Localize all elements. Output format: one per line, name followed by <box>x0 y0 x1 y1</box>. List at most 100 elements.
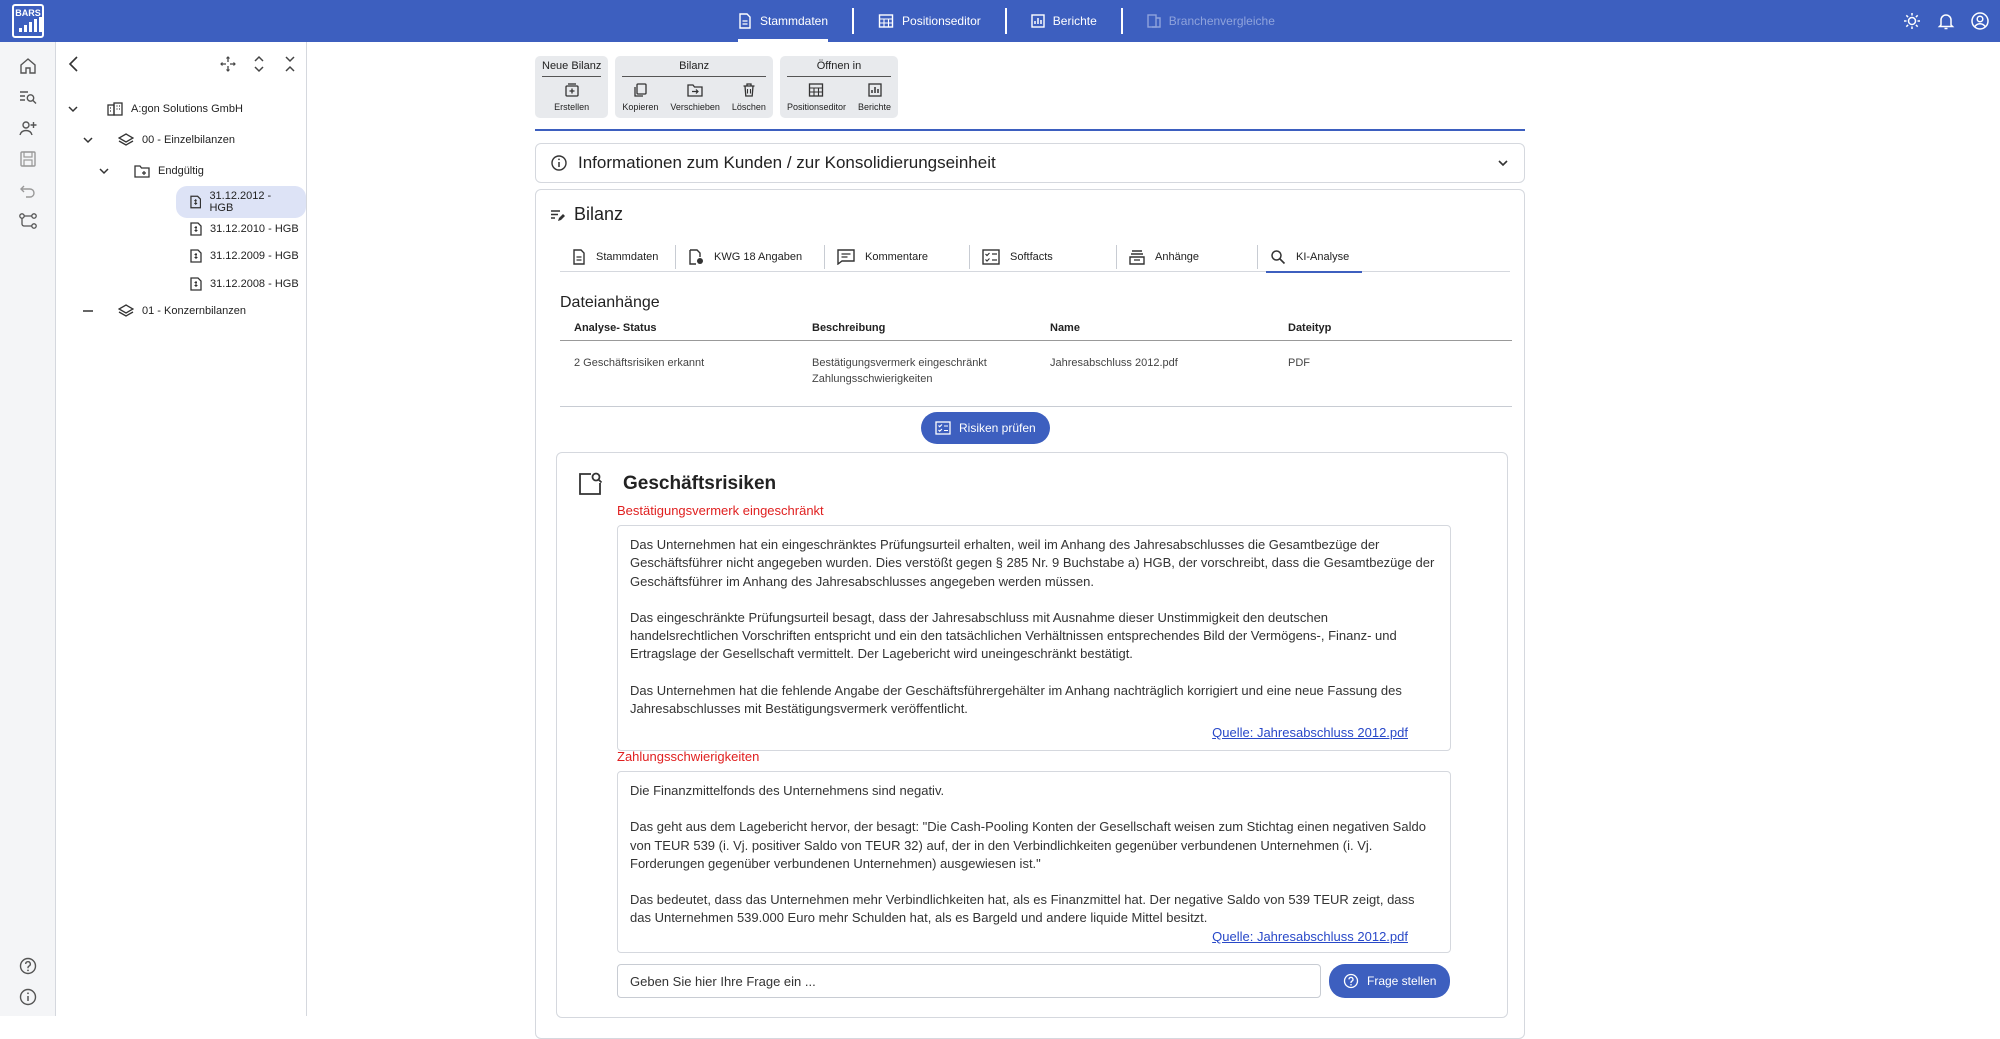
move-button[interactable]: Verschieben <box>670 82 720 112</box>
tab-anhaenge[interactable]: Anhänge <box>1117 242 1257 272</box>
check-risks-label: Risiken prüfen <box>959 421 1036 435</box>
collapse-panel-chevron-left-icon[interactable] <box>65 54 83 74</box>
main-content: Neue Bilanz Erstellen Bilanz Kopieren Ve… <box>308 42 2000 1039</box>
search-list-icon[interactable] <box>18 87 38 107</box>
comment-icon <box>837 248 855 265</box>
check-risks-button[interactable]: Risiken prüfen <box>921 412 1050 444</box>
description-line: Zahlungsschwierigkeiten <box>812 373 933 385</box>
theme-sun-icon[interactable] <box>1902 11 1922 31</box>
tab-stammdaten[interactable]: Stammdaten <box>560 242 675 272</box>
nav-divider <box>1120 8 1123 34</box>
tab-ki-analyse[interactable]: KI-Analyse <box>1258 242 1370 273</box>
table-row[interactable]: 2 Geschäftsrisiken erkannt Bestätigungsv… <box>560 341 1512 407</box>
tab-kwg18[interactable]: KWG 18 Angaben <box>676 242 824 272</box>
tree-node-2012-selected[interactable]: 31.12.2012 - HGB <box>176 186 306 218</box>
move-folder-icon <box>687 84 703 97</box>
description-line: Bestätigungsvermerk eingeschränkt <box>812 357 987 369</box>
table-header: Analyse- Status Beschreibung Name Dateit… <box>560 315 1512 341</box>
chevron-down-icon[interactable] <box>67 103 79 115</box>
undo-icon <box>18 180 38 200</box>
tab-label: Kommentare <box>865 250 928 263</box>
tree-node-label: 31.12.2008 - HGB <box>210 278 299 290</box>
ask-question-button[interactable]: Frage stellen <box>1329 964 1451 998</box>
tree-node-einzelbilanzen[interactable]: 00 - Einzelbilanzen <box>82 129 235 151</box>
tab-label: Anhänge <box>1155 250 1200 263</box>
document-settings-icon <box>689 248 703 265</box>
user-account-icon[interactable] <box>1970 11 1990 31</box>
risk-label-audit-opinion: Bestätigungsvermerk eingeschränkt <box>617 503 824 518</box>
risk-text-audit-opinion[interactable]: Das Unternehmen hat ein eingeschränktes … <box>617 525 1451 751</box>
nav-tab-berichte[interactable]: Berichte <box>1019 0 1109 42</box>
collapsed-dash-icon[interactable] <box>82 305 94 317</box>
folder-icon <box>134 165 150 178</box>
risk-text-payment-difficulties[interactable]: Die Finanzmittelfonds des Unternehmens s… <box>617 771 1451 953</box>
hierarchy-icon[interactable] <box>18 211 38 231</box>
source-link[interactable]: Quelle: Jahresabschluss 2012.pdf <box>1212 928 1408 946</box>
risk-paragraph: Das Unternehmen hat die fehlende Angabe … <box>630 682 1402 717</box>
cell-status: 2 Geschäftsrisiken erkannt <box>574 357 705 369</box>
nav-tab-positionseditor[interactable]: Positionseditor <box>866 0 993 42</box>
create-button[interactable]: Erstellen <box>554 82 589 112</box>
help-icon[interactable] <box>18 956 38 976</box>
chevron-down-icon[interactable] <box>82 134 94 146</box>
tree-node-endgueltig[interactable]: Endgültig <box>98 160 204 182</box>
open-positionseditor-label: Positionseditor <box>786 102 846 112</box>
collapse-all-icon[interactable] <box>281 54 299 74</box>
info-icon[interactable] <box>18 987 38 1007</box>
chevron-down-icon[interactable] <box>1496 156 1510 170</box>
home-icon[interactable] <box>18 56 38 76</box>
tab-label: Stammdaten <box>596 250 659 263</box>
nav-divider <box>1004 8 1007 34</box>
copy-button[interactable]: Kopieren <box>622 82 658 112</box>
table-icon <box>878 14 894 28</box>
bilanz-card-header: Bilanz <box>550 204 623 225</box>
trash-icon <box>743 83 755 97</box>
attachments-section-title: Dateianhänge <box>560 294 660 311</box>
app-logo[interactable]: BARS <box>12 4 44 38</box>
source-link[interactable]: Quelle: Jahresabschluss 2012.pdf <box>1212 724 1408 742</box>
delete-button[interactable]: Löschen <box>732 82 766 112</box>
focus-crosshair-icon[interactable] <box>219 54 237 74</box>
tab-softfacts[interactable]: Softfacts <box>970 242 1116 272</box>
column-header-name: Name <box>1050 321 1080 334</box>
ribbon-group-title: Öffnen in <box>786 60 892 77</box>
notification-bell-icon[interactable] <box>1936 11 1956 31</box>
add-user-icon[interactable] <box>18 118 38 138</box>
tree-node-konzernbilanzen[interactable]: 01 - Konzernbilanzen <box>82 300 246 322</box>
tree-node-company[interactable]: A:gon Solutions GmbH <box>67 98 243 120</box>
risk-paragraph: Das Unternehmen hat ein eingeschränktes … <box>630 537 1435 589</box>
report-chart-icon <box>867 83 882 97</box>
question-input[interactable] <box>617 964 1321 998</box>
column-header-status: Analyse- Status <box>574 321 657 334</box>
tab-label: Softfacts <box>1010 250 1053 263</box>
tree-node-2009[interactable]: 31.12.2009 - HGB <box>190 245 299 267</box>
card-title: Bilanz <box>574 204 624 224</box>
ribbon-group-oeffnen-in: Öffnen in Positionseditor Berichte <box>779 56 899 118</box>
compare-icon <box>1147 14 1161 28</box>
copy-icon <box>634 83 647 97</box>
ribbon-divider <box>535 129 1525 131</box>
action-ribbon: Neue Bilanz Erstellen Bilanz Kopieren Ve… <box>535 56 899 118</box>
chevron-down-icon[interactable] <box>98 165 110 177</box>
risk-paragraph: Das eingeschränkte Prüfungsurteil besagt… <box>630 609 1397 662</box>
ask-question-label: Frage stellen <box>1367 974 1437 988</box>
create-button-label: Erstellen <box>554 102 590 112</box>
open-positionseditor-button[interactable]: Positionseditor <box>787 82 846 112</box>
open-berichte-button[interactable]: Berichte <box>858 82 891 112</box>
help-icon <box>1343 973 1359 989</box>
document-icon <box>739 13 751 29</box>
nav-tab-label: Stammdaten <box>760 14 829 28</box>
balance-document-icon <box>190 249 202 263</box>
move-button-label: Verschieben <box>670 102 720 112</box>
expand-all-icon[interactable] <box>250 54 268 74</box>
tab-kommentare[interactable]: Kommentare <box>825 242 969 272</box>
ribbon-group-neue-bilanz: Neue Bilanz Erstellen <box>535 56 609 118</box>
main-nav: Stammdaten Positionseditor Berichte Bran… <box>726 0 1287 42</box>
tree-node-2008[interactable]: 31.12.2008 - HGB <box>190 273 299 295</box>
nav-tab-stammdaten[interactable]: Stammdaten <box>726 0 840 42</box>
add-document-icon <box>565 83 579 97</box>
tree-node-2010[interactable]: 31.12.2010 - HGB <box>190 218 299 240</box>
copy-button-label: Kopieren <box>622 102 659 112</box>
risks-title: Geschäftsrisiken <box>623 473 777 494</box>
customer-info-accordion[interactable]: Informationen zum Kunden / zur Konsolidi… <box>535 143 1525 183</box>
